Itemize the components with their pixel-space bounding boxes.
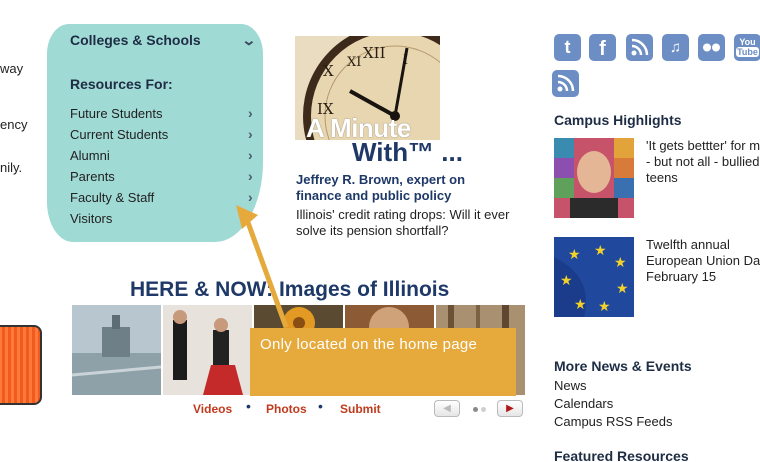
menu-item-label: Alumni: [70, 148, 110, 163]
featured-resources-title: Featured Resources: [554, 448, 689, 462]
highlight-line: 'It gets bettter' for m: [646, 138, 760, 153]
svg-text:★: ★: [598, 298, 611, 314]
youtube-label-tube: Tube: [736, 47, 759, 57]
campus-highlights-title: Campus Highlights: [554, 112, 682, 128]
svg-text:X: X: [323, 62, 334, 80]
menu-item-label: Current Students: [70, 127, 169, 142]
videos-link[interactable]: Videos: [193, 402, 232, 416]
clipped-text-fragment: nily.: [0, 160, 23, 175]
svg-text:★: ★: [560, 272, 573, 288]
menu-item-parents[interactable]: Parents ›: [70, 168, 260, 189]
submit-link[interactable]: Submit: [340, 402, 381, 416]
orange-promo-button[interactable]: [0, 325, 42, 405]
svg-text:★: ★: [614, 254, 627, 270]
highlight-line: February 15: [646, 269, 717, 284]
feature-headline-link[interactable]: Jeffrey R. Brown, expert on finance and …: [296, 172, 496, 204]
highlight-image-portrait[interactable]: [554, 138, 634, 218]
clipped-text-fragment: way: [0, 61, 24, 76]
highlight-line: Twelfth annual: [646, 237, 730, 252]
chevron-right-icon: ›: [248, 126, 253, 142]
news-link[interactable]: News: [554, 378, 587, 393]
calendars-link[interactable]: Calendars: [554, 396, 613, 411]
twitter-icon[interactable]: t: [554, 34, 581, 61]
more-news-title: More News & Events: [554, 358, 692, 374]
highlight-line: - but not all - bullied: [646, 154, 760, 169]
menu-item-future-students[interactable]: Future Students ›: [70, 105, 260, 126]
pager-dot[interactable]: [481, 407, 486, 412]
podcast-icon[interactable]: [552, 70, 579, 97]
svg-text:XI: XI: [347, 55, 361, 70]
photos-link[interactable]: Photos: [266, 402, 307, 416]
svg-text:★: ★: [594, 242, 607, 258]
flickr-icon[interactable]: [698, 34, 725, 61]
highlight-line: European Union Day: [646, 253, 760, 268]
menu-item-alumni[interactable]: Alumni ›: [70, 147, 260, 168]
chevron-right-icon: ›: [248, 105, 253, 121]
menu-item-label: Visitors: [70, 211, 113, 226]
highlight-text-1[interactable]: 'It gets bettter' for m - but not all - …: [646, 138, 760, 186]
gallery-thumb-campus[interactable]: [72, 305, 161, 395]
separator-dot: •: [246, 398, 251, 414]
itunes-icon[interactable]: ♫: [662, 34, 689, 61]
campus-rss-feeds-link[interactable]: Campus RSS Feeds: [554, 414, 673, 429]
chevron-right-icon: ›: [248, 147, 253, 163]
separator-dot: •: [318, 398, 323, 414]
annotation-callout-text: Only located on the home page: [260, 336, 478, 353]
feature-title-line2[interactable]: With™ ...: [352, 137, 463, 168]
svg-text:XII: XII: [363, 44, 386, 62]
facebook-icon[interactable]: f: [589, 34, 616, 61]
menu-item-label: Faculty & Staff: [70, 190, 155, 205]
youtube-label-you: You: [739, 37, 756, 47]
clipped-text-fragment: ency: [0, 117, 28, 132]
annotation-arrow-icon: [236, 205, 289, 328]
chevron-right-icon: ›: [248, 168, 253, 184]
menu-item-label: Future Students: [70, 106, 163, 121]
highlight-image-eu-flag[interactable]: ★ ★ ★ ★ ★ ★ ★: [554, 237, 634, 317]
youtube-icon[interactable]: You Tube: [734, 34, 760, 61]
rss-icon[interactable]: [626, 34, 653, 61]
menu-item-label: Parents: [70, 169, 115, 184]
menu-item-current-students[interactable]: Current Students ›: [70, 126, 260, 147]
svg-text:★: ★: [574, 296, 587, 312]
colleges-schools-toggle[interactable]: Colleges & Schools: [70, 32, 201, 48]
svg-text:★: ★: [616, 280, 629, 296]
chevron-down-icon[interactable]: ⌄: [241, 32, 256, 49]
feature-body-text: Illinois' credit rating drops: Will it e…: [296, 207, 510, 238]
prev-arrow-icon[interactable]: ◀: [434, 400, 460, 417]
next-arrow-icon[interactable]: ▶: [497, 400, 523, 417]
highlight-line: teens: [646, 170, 678, 185]
svg-text:★: ★: [568, 246, 581, 262]
resources-heading: Resources For:: [70, 76, 173, 92]
pager-dot-active[interactable]: [473, 407, 478, 412]
highlight-text-2[interactable]: Twelfth annual European Union Day Februa…: [646, 237, 760, 285]
